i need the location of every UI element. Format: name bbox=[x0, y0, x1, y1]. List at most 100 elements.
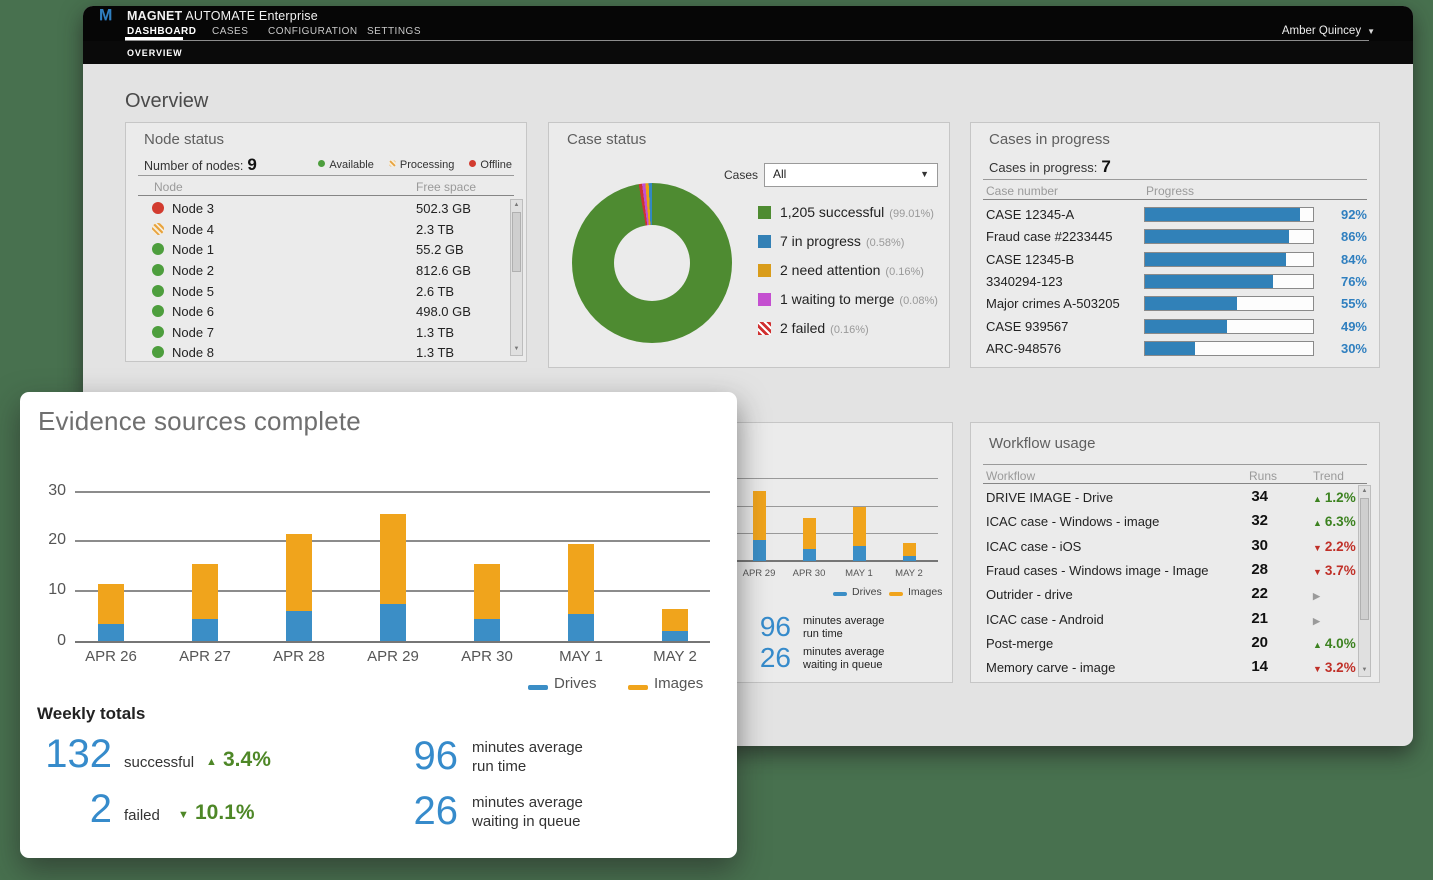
table-row: ICAC case - Android21▶ bbox=[971, 609, 1379, 633]
queue-label: minutes averagewaiting in queue bbox=[472, 793, 583, 831]
table-row: Node 71.3 TB bbox=[138, 323, 504, 344]
table-row: CASE 12345-A92% bbox=[971, 205, 1379, 227]
case-status-donut-chart bbox=[572, 183, 732, 343]
weekly-totals-title: Weekly totals bbox=[37, 704, 145, 724]
run-time-label: minutes averagerun time bbox=[472, 738, 583, 776]
scrollbar[interactable]: ▲ ▼ bbox=[1358, 485, 1371, 677]
failed-label: failed bbox=[124, 807, 160, 824]
user-menu[interactable]: Amber Quincey▼ bbox=[1282, 25, 1375, 37]
table-row: Node 3502.3 GB bbox=[138, 199, 504, 220]
workflow-usage-panel: Workflow usage Workflow Runs Trend DRIVE… bbox=[970, 422, 1380, 683]
legend-item: Drives bbox=[528, 675, 597, 695]
run-time-stat: 96 bbox=[398, 734, 458, 779]
legend-item: Images bbox=[628, 675, 703, 695]
progress-bar bbox=[1144, 341, 1314, 356]
subnav-overview[interactable]: OVERVIEW bbox=[127, 48, 183, 58]
scroll-up-icon[interactable]: ▲ bbox=[511, 200, 522, 211]
sub-nav-bar: OVERVIEW bbox=[83, 41, 1413, 64]
tab-configuration[interactable]: CONFIGURATION bbox=[268, 26, 358, 37]
column-header-runs: Runs bbox=[1249, 469, 1277, 483]
legend-item: 2 failed(0.16%) bbox=[758, 320, 869, 340]
divider bbox=[138, 195, 514, 196]
column-header-free-space: Free space bbox=[416, 180, 476, 194]
drives-swatch-icon bbox=[528, 685, 548, 690]
scrollbar[interactable]: ▲ ▼ bbox=[510, 199, 523, 356]
table-row: 3340294-12376% bbox=[971, 272, 1379, 294]
tab-settings[interactable]: SETTINGS bbox=[367, 26, 421, 37]
stacked-bar bbox=[192, 564, 218, 642]
table-row: ICAC case - Windows - image32▲6.3% bbox=[971, 511, 1379, 535]
progress-bar bbox=[1144, 319, 1314, 334]
chevron-down-icon: ▼ bbox=[1367, 27, 1375, 36]
case-status-panel: Case status Cases All ▼ 1,205 successful… bbox=[548, 122, 950, 368]
divider bbox=[983, 464, 1367, 465]
panel-title: Cases in progress bbox=[989, 131, 1110, 148]
x-tick-label: APR 26 bbox=[76, 648, 146, 665]
table-row: Node 2812.6 GB bbox=[138, 261, 504, 282]
legend-item: Drives bbox=[833, 583, 882, 601]
need-attention-swatch-icon bbox=[758, 264, 771, 277]
cases-filter-dropdown[interactable]: All ▼ bbox=[764, 163, 938, 187]
trend-arrow-icon: ▲ bbox=[1313, 494, 1322, 504]
node-count: Number of nodes:9 bbox=[144, 155, 257, 175]
divider bbox=[138, 175, 514, 176]
node-status-dot bbox=[152, 223, 164, 235]
table-row: Fraud cases - Windows image - Image28▼3.… bbox=[971, 560, 1379, 584]
failed-swatch-icon bbox=[758, 322, 771, 335]
trend-arrow-icon: ▲ bbox=[1313, 640, 1322, 650]
column-header-node: Node bbox=[154, 180, 183, 194]
table-row: CASE 93956749% bbox=[971, 317, 1379, 339]
table-row: Node 155.2 GB bbox=[138, 240, 504, 261]
scroll-down-icon[interactable]: ▼ bbox=[511, 344, 522, 355]
node-status-dot bbox=[152, 346, 164, 358]
table-row: Node 6498.0 GB bbox=[138, 302, 504, 323]
stacked-bar bbox=[903, 543, 916, 561]
table-row: Outrider - drive22▶ bbox=[971, 584, 1379, 608]
processing-dot-icon bbox=[389, 160, 396, 167]
tab-dashboard[interactable]: DASHBOARD bbox=[127, 26, 197, 37]
stacked-bar bbox=[380, 514, 406, 642]
trend-arrow-icon: ▶ bbox=[1313, 616, 1320, 626]
legend-item: 1 waiting to merge(0.08%) bbox=[758, 291, 938, 311]
node-status-dot bbox=[152, 326, 164, 338]
table-row: Memory carve - image14▼3.2% bbox=[971, 657, 1379, 681]
node-status-dot bbox=[152, 305, 164, 317]
stacked-bar bbox=[286, 534, 312, 642]
legend-item: Images bbox=[889, 583, 942, 601]
table-row: Major crimes A-50320555% bbox=[971, 294, 1379, 316]
tab-cases[interactable]: CASES bbox=[212, 26, 248, 37]
trend-arrow-icon: ▼ bbox=[1313, 664, 1322, 674]
stacked-bar bbox=[753, 491, 766, 561]
successful-total: 132 bbox=[40, 732, 112, 777]
legend-item: 2 need attention(0.16%) bbox=[758, 262, 924, 282]
column-header-trend: Trend bbox=[1313, 469, 1344, 483]
failed-delta: 10.1% bbox=[195, 801, 255, 825]
evidence-overlay-chart bbox=[20, 392, 737, 641]
evidence-sources-overlay-card: Evidence sources complete 30 20 10 0 APR… bbox=[20, 392, 737, 858]
node-status-legend: Available Processing Offline bbox=[306, 159, 512, 171]
trend-arrow-icon: ▼ bbox=[1313, 567, 1322, 577]
table-row: ICAC case - iOS30▼2.2% bbox=[971, 536, 1379, 560]
trend-arrow-icon: ▼ bbox=[1313, 543, 1322, 553]
trend-up-icon: ▲ bbox=[206, 756, 217, 768]
stacked-bar bbox=[98, 584, 124, 642]
scroll-down-icon[interactable]: ▼ bbox=[1359, 665, 1370, 676]
x-tick-label: MAY 1 bbox=[837, 568, 881, 579]
divider bbox=[983, 199, 1367, 200]
available-dot-icon bbox=[318, 160, 325, 167]
trend-down-icon: ▼ bbox=[178, 809, 189, 821]
successful-delta: 3.4% bbox=[223, 748, 271, 772]
successful-swatch-icon bbox=[758, 206, 771, 219]
stacked-bar bbox=[803, 518, 816, 561]
node-status-dot bbox=[152, 285, 164, 297]
node-status-panel: Node status Number of nodes:9 Available … bbox=[125, 122, 527, 362]
table-row: Node 42.3 TB bbox=[138, 220, 504, 241]
failed-total: 2 bbox=[40, 787, 112, 832]
scrollbar-thumb[interactable] bbox=[512, 212, 521, 272]
scroll-up-icon[interactable]: ▲ bbox=[1359, 486, 1370, 497]
successful-label: successful bbox=[124, 754, 194, 771]
scrollbar-thumb[interactable] bbox=[1360, 498, 1369, 620]
progress-bar bbox=[1144, 252, 1314, 267]
stacked-bar bbox=[853, 507, 866, 561]
x-tick-label: APR 30 bbox=[452, 648, 522, 665]
